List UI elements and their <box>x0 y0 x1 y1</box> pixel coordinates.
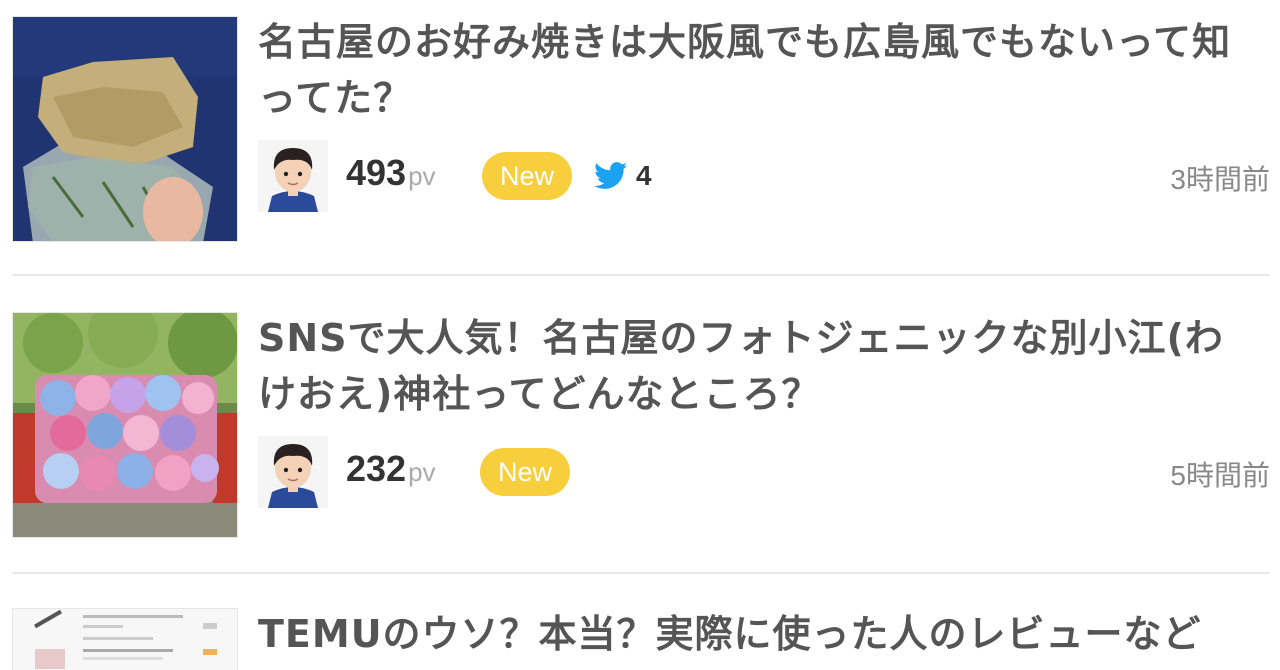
article-meta: 493pv New 4 3時間前 <box>258 140 1270 214</box>
twitter-count: 4 <box>594 156 652 196</box>
pv-value: 493 <box>346 152 407 193</box>
tweet-count: 4 <box>636 160 652 191</box>
author-avatar[interactable] <box>258 140 328 212</box>
timestamp: 3時間前 <box>1170 164 1270 195</box>
pv-value: 232 <box>346 448 407 489</box>
divider <box>12 274 1270 276</box>
twitter-bird-icon <box>594 162 628 189</box>
timestamp: 5時間前 <box>1170 460 1270 491</box>
new-badge: New <box>480 448 571 496</box>
article-meta: 232pv New 5時間前 <box>258 436 1270 510</box>
pv-count: 493pv <box>346 152 436 194</box>
divider <box>12 572 1270 574</box>
article-title[interactable]: TEMUのウソ？本当？実際に使った人のレビューなど <box>258 606 1258 662</box>
article-title[interactable]: 名古屋のお好み焼きは大阪風でも広島風でもないって知ってた？ <box>258 14 1258 126</box>
article-thumbnail[interactable] <box>12 608 238 670</box>
pv-count: 232pv <box>346 448 436 490</box>
article-thumbnail[interactable] <box>12 312 238 538</box>
author-avatar[interactable] <box>258 436 328 508</box>
article-title[interactable]: SNSで大人気！名古屋のフォトジェニックな別小江(わけおえ)神社ってどんなところ… <box>258 310 1258 422</box>
new-badge: New <box>482 152 573 200</box>
pv-unit: pv <box>408 161 436 191</box>
article-thumbnail[interactable] <box>12 16 238 242</box>
pv-unit: pv <box>408 457 436 487</box>
